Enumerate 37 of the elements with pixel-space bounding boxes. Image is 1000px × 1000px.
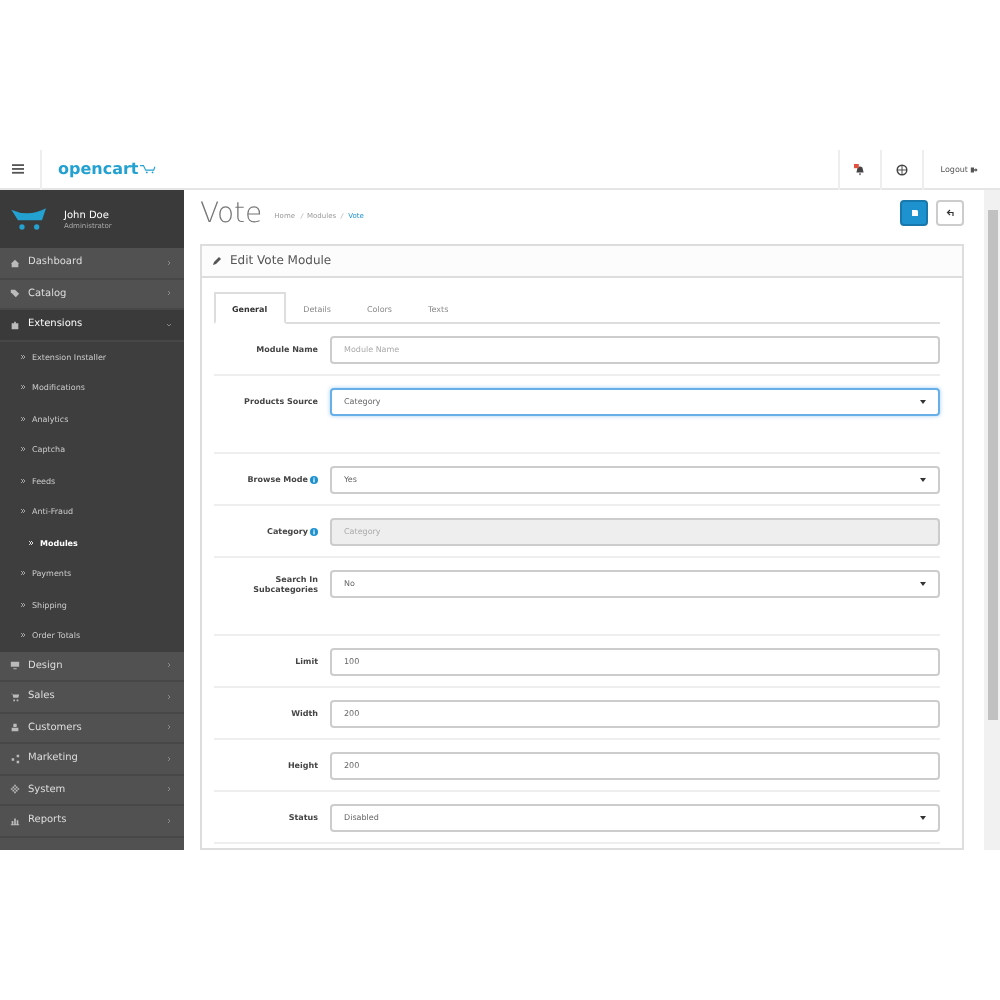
monitor-icon <box>10 660 20 671</box>
back-arrow-icon <box>945 208 955 218</box>
chevron-right-icon <box>20 446 26 453</box>
chevron-right-icon <box>20 477 26 484</box>
chevron-right-icon <box>28 539 34 546</box>
chevron-right-icon <box>20 415 26 422</box>
home-icon <box>10 257 20 268</box>
chart-icon <box>10 815 20 826</box>
breadcrumb-separator-icon <box>299 212 304 220</box>
save-button[interactable] <box>900 200 928 226</box>
back-button[interactable] <box>936 200 964 226</box>
caret-icon <box>920 477 926 481</box>
chevron-right-icon <box>20 508 26 515</box>
caret-icon <box>920 581 926 585</box>
bell-icon[interactable] <box>854 163 867 175</box>
puzzle-icon <box>10 319 20 330</box>
cart-icon <box>10 691 20 702</box>
help-icon[interactable] <box>310 475 318 483</box>
save-icon <box>909 208 919 218</box>
chevron-right-icon <box>20 570 26 577</box>
page-title: Vote <box>200 197 263 229</box>
logout-icon <box>970 165 978 173</box>
menu-icon[interactable] <box>12 164 24 174</box>
pencil-icon <box>212 256 222 266</box>
chevron-right-icon <box>20 601 26 608</box>
breadcrumb-separator-icon <box>340 212 345 220</box>
cart-icon <box>140 164 157 174</box>
cart-logo-icon <box>10 204 50 234</box>
chevron-right-icon <box>20 384 26 391</box>
tag-icon <box>10 288 20 299</box>
chevron-right-icon <box>20 353 26 360</box>
caret-icon <box>920 815 926 819</box>
globe-icon[interactable] <box>896 163 909 175</box>
share-icon <box>10 753 20 764</box>
caret-icon <box>920 399 926 403</box>
chevron-right-icon <box>20 632 26 639</box>
user-icon <box>10 722 20 733</box>
